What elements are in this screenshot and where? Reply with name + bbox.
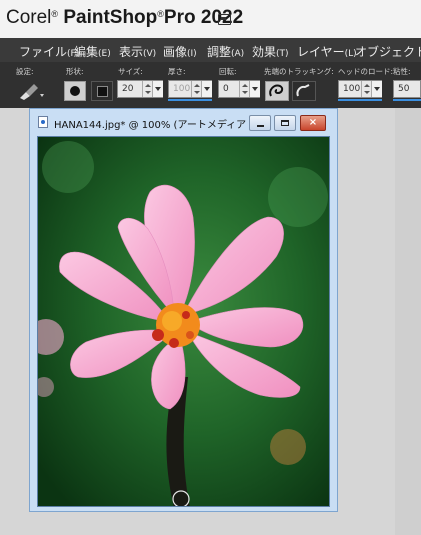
menu-adjust[interactable]: 調整(A) (207, 43, 244, 60)
tracking-swirl-icon (269, 84, 284, 97)
minimize-button[interactable] (249, 115, 271, 131)
tip-tracking-on-button[interactable] (265, 81, 289, 101)
thickness-value: 100 (173, 84, 191, 94)
size-field[interactable]: 20 (117, 80, 163, 98)
rotation-field[interactable]: 0 (218, 80, 260, 98)
thickness-field[interactable]: 100 (168, 80, 212, 98)
menu-objects[interactable]: オブジェクト(O) (355, 43, 421, 60)
viscosity-value: 50 (398, 84, 410, 94)
rotation-value: 0 (223, 84, 229, 94)
square-shape-button[interactable] (91, 81, 113, 101)
shape-label: 形状: (66, 67, 84, 76)
menu-layers[interactable]: レイヤー(L) (297, 43, 357, 60)
document-title-bar[interactable]: HANA144.jpg* @ 100% (アートメディア 1) × (30, 109, 337, 135)
head-load-label: ヘッドのロード: (338, 67, 394, 76)
close-button[interactable]: × (300, 115, 326, 131)
product-text: PaintShop (63, 7, 158, 28)
window-mode-icon[interactable] (218, 14, 231, 25)
menu-bar: ファイル(F) 編集(E) 表示(V) 画像(I) 調整(A) 効果(T) レイ… (0, 38, 421, 62)
maximize-icon (281, 120, 289, 126)
document-window[interactable]: HANA144.jpg* @ 100% (アートメディア 1) × (29, 108, 338, 512)
tool-options-bar: 設定: 形状: サイズ: 20 厚さ: 100 回転: 0 先端のトラッキング:… (0, 62, 421, 108)
head-load-value: 100 (343, 84, 361, 94)
menu-effects[interactable]: 効果(T) (252, 43, 289, 60)
viscosity-field[interactable]: 50 (393, 80, 421, 98)
viscosity-label: 粘性: (393, 67, 411, 76)
viscosity-underline (393, 99, 421, 101)
close-icon: × (308, 117, 318, 128)
pro-text: Pro (163, 7, 196, 28)
image-canvas[interactable] (37, 136, 330, 507)
square-shape-icon (97, 86, 108, 97)
registered-mark-2: ® (157, 9, 164, 19)
document-title: HANA144.jpg* @ 100% (アートメディア 1) (54, 120, 260, 131)
size-dropdown[interactable] (152, 81, 163, 97)
menu-view[interactable]: 表示(V) (119, 43, 156, 60)
head-load-field[interactable]: 100 (338, 80, 382, 98)
brand-text: Corel (6, 7, 52, 28)
round-shape-icon (70, 86, 80, 96)
thickness-underline (168, 99, 212, 101)
rotation-label: 回転: (219, 67, 237, 76)
tip-tracking-label: 先端のトラッキング: (264, 67, 334, 76)
minimize-icon (257, 125, 264, 127)
menu-image[interactable]: 画像(I) (163, 43, 197, 60)
app-title: Corel® PaintShop®Pro 2022 (6, 7, 243, 29)
thickness-label: 厚さ: (168, 67, 186, 76)
app-title-bar: Corel® PaintShop®Pro 2022 (0, 0, 421, 39)
round-shape-button[interactable] (64, 81, 86, 101)
menu-edit[interactable]: 編集(E) (74, 43, 111, 60)
presets-label: 設定: (16, 67, 34, 76)
tip-tracking-off-button[interactable] (292, 81, 316, 101)
presets-brush-icon[interactable] (16, 80, 46, 102)
head-load-underline (338, 99, 382, 101)
workspace-right-panel (395, 108, 421, 535)
size-label: サイズ: (118, 67, 143, 76)
maximize-button[interactable] (274, 115, 296, 131)
menu-file[interactable]: ファイル(F) (19, 43, 79, 60)
tracking-stroke-icon (296, 84, 310, 97)
document-icon (38, 116, 48, 128)
flower-photo (38, 137, 329, 506)
registered-mark: ® (51, 9, 59, 19)
thickness-dropdown[interactable] (201, 81, 212, 97)
size-value: 20 (122, 84, 134, 94)
rotation-dropdown[interactable] (249, 81, 260, 97)
head-load-dropdown[interactable] (371, 81, 382, 97)
